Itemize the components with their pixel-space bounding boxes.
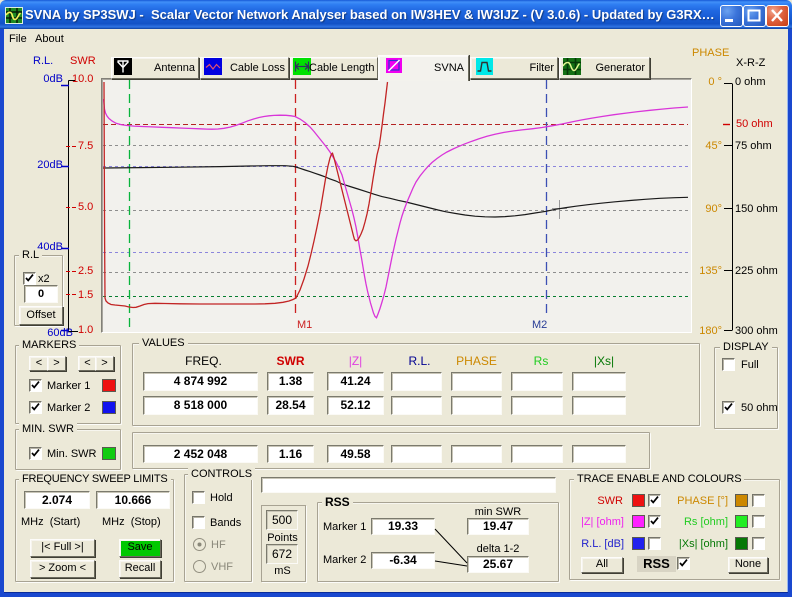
svg-text:M1: M1	[297, 319, 312, 329]
svg-text:M2: M2	[532, 319, 547, 329]
